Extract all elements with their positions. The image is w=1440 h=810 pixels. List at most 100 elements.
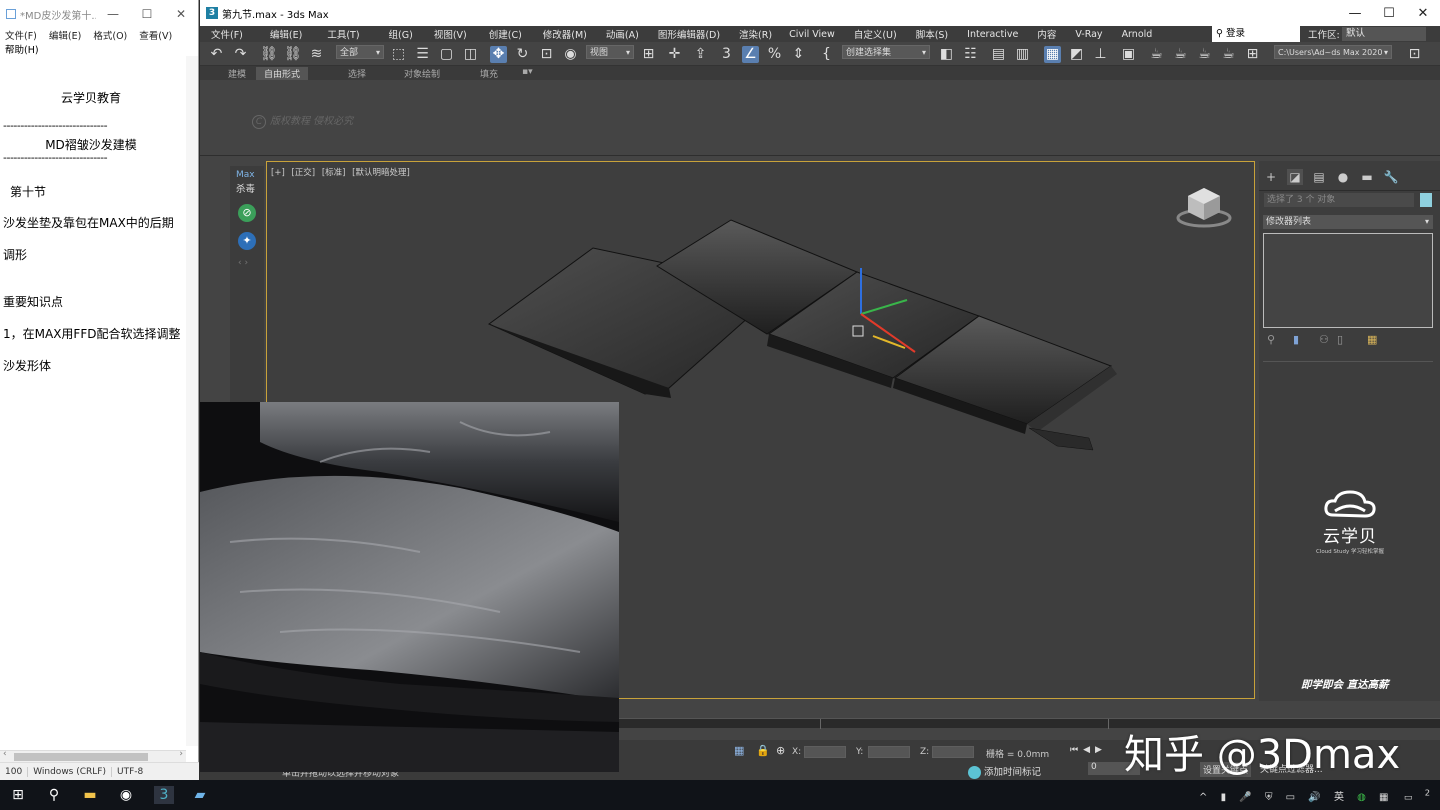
tab-selection[interactable]: 选择 <box>348 67 366 80</box>
menu-item[interactable]: 动画(A) <box>598 27 650 41</box>
render-activeshade-icon[interactable]: ☕ <box>1220 46 1237 63</box>
search-icon[interactable]: ⚲ <box>44 786 64 804</box>
hierarchy-tab-icon[interactable]: ▤ <box>1311 169 1327 185</box>
menu-item[interactable]: V-Ray <box>1067 29 1113 40</box>
menu-item[interactable]: 内容 <box>1029 27 1067 41</box>
configure-sets-icon[interactable]: ▦ <box>1367 333 1377 346</box>
menu-item[interactable]: Arnold <box>1114 29 1164 40</box>
wechat-icon[interactable]: ◍ <box>1357 792 1366 803</box>
object-color-swatch[interactable] <box>1420 193 1432 207</box>
modifier-list-dropdown[interactable]: 修改器列表 <box>1263 215 1433 229</box>
select-object-icon[interactable]: ⬚ <box>390 46 407 63</box>
menu-help[interactable]: 帮助(H) <box>0 42 198 56</box>
named-selection-dropdown[interactable]: 创建选择集 <box>842 45 930 60</box>
scan-icon[interactable]: ⊘ <box>238 204 256 222</box>
collapse-arrows-icon[interactable]: ‹ › <box>238 258 248 268</box>
scrollbar-thumb[interactable] <box>14 753 148 761</box>
add-time-tag[interactable]: 添加时间标记 <box>968 764 1041 779</box>
close-icon[interactable]: ✕ <box>164 7 198 21</box>
layer-explorer-icon[interactable]: ▥ <box>1014 46 1031 63</box>
project-folder-icon[interactable]: ⊡ <box>1406 46 1423 63</box>
show-end-result-icon[interactable]: ▮ <box>1293 333 1299 346</box>
viewport-menu[interactable]: [+] <box>271 168 285 178</box>
input-language[interactable]: 英 <box>1334 792 1344 803</box>
x-coordinate-field[interactable] <box>804 746 846 758</box>
horizontal-scrollbar[interactable]: ‹ › <box>0 749 186 762</box>
volume-icon[interactable]: 🔊 <box>1308 792 1320 803</box>
modifier-stack[interactable] <box>1263 233 1433 328</box>
curve-editor-icon[interactable]: ◩ <box>1068 46 1085 63</box>
tab-modeling[interactable]: 建模 <box>228 67 246 80</box>
viewport-label[interactable]: [+] [正交] [标准] [默认明暗处理] <box>271 166 414 178</box>
viewcube-icon[interactable] <box>1174 182 1234 232</box>
tray-square-icon[interactable]: ▦ <box>1379 792 1388 803</box>
menu-file[interactable]: 文件(F) <box>5 31 37 42</box>
menu-item[interactable]: 修改器(M) <box>533 27 598 41</box>
menu-item[interactable]: 工具(T) <box>313 27 370 41</box>
tab-freeform[interactable]: 自由形式 <box>256 67 309 80</box>
menu-item[interactable]: 脚本(S) <box>908 27 959 41</box>
display-tab-icon[interactable]: ▬ <box>1359 169 1375 185</box>
rotate-icon[interactable]: ↻ <box>514 46 531 63</box>
reference-coord-dropdown[interactable]: 视图 <box>586 45 634 60</box>
selection-lock-icon[interactable]: ▦ <box>734 744 744 757</box>
snap-toggle-icon[interactable]: 3 <box>718 46 735 63</box>
tab-object-paint[interactable]: 对象绘制 <box>404 67 440 80</box>
motion-tab-icon[interactable]: ● <box>1335 169 1351 185</box>
network-icon[interactable]: ▭ <box>1286 792 1295 803</box>
transform-gizmo[interactable] <box>852 268 916 353</box>
render-layout-icon[interactable]: ⊞ <box>1244 46 1261 63</box>
select-move-icon[interactable]: ✥ <box>490 46 507 63</box>
microphone-icon[interactable]: 🎤 <box>1239 792 1251 803</box>
modify-tab-icon[interactable]: ◪ <box>1287 169 1303 185</box>
scroll-left-icon[interactable]: ‹ <box>3 749 7 759</box>
bind-spacewarp-icon[interactable]: ≋ <box>308 46 325 63</box>
viewport-standard[interactable]: [标准] <box>322 168 346 178</box>
tray-app-icon[interactable]: ▮ <box>1221 792 1227 803</box>
select-manipulate-icon[interactable]: ✛ <box>666 46 683 63</box>
scene-explorer-icon[interactable]: ▤ <box>990 46 1007 63</box>
undo-icon[interactable]: ↶ <box>208 46 225 63</box>
viewport-point-of-view[interactable]: [正交] <box>291 168 315 178</box>
unlink-icon[interactable]: ⛓ <box>284 46 302 63</box>
menu-item[interactable]: Interactive <box>959 29 1029 40</box>
menu-item[interactable]: 创建(C) <box>478 27 533 41</box>
project-path-field[interactable]: C:\Users\Ad~ds Max 2020 <box>1274 45 1392 60</box>
material-editor-icon[interactable]: ▣ <box>1120 46 1137 63</box>
ribbon-toggle-icon[interactable]: ▦ <box>1044 46 1061 63</box>
menu-item[interactable]: 编辑(E) <box>254 27 313 41</box>
file-explorer-icon[interactable]: ▬ <box>80 786 100 804</box>
y-coordinate-field[interactable] <box>868 746 910 758</box>
render-icon[interactable]: ☕ <box>1196 46 1213 63</box>
tab-populate[interactable]: 填充 <box>480 67 498 80</box>
menu-item[interactable]: 自定义(U) <box>846 27 908 41</box>
3dsmax-taskbar-icon[interactable]: 3 <box>154 786 174 804</box>
minimize-icon[interactable]: — <box>96 7 130 21</box>
menu-edit[interactable]: 编辑(E) <box>49 31 81 42</box>
scroll-right-icon[interactable]: › <box>179 749 183 759</box>
notepad-taskbar-icon[interactable]: ▰ <box>190 786 210 804</box>
rect-selection-icon[interactable]: ▢ <box>438 46 455 63</box>
absolute-mode-icon[interactable]: ⊕ <box>776 744 785 757</box>
select-by-name-icon[interactable]: ☰ <box>414 46 431 63</box>
workspace-dropdown[interactable]: 默认 <box>1342 27 1426 41</box>
menu-item[interactable]: 视图(V) <box>424 27 478 41</box>
ribbon-options-icon[interactable]: ▪▾ <box>522 67 533 77</box>
placement-icon[interactable]: ◉ <box>562 46 579 63</box>
window-crossing-icon[interactable]: ◫ <box>462 46 479 63</box>
notification-icon[interactable]: ▭2 <box>1402 788 1430 803</box>
angle-snap-icon[interactable]: ∠ <box>742 46 759 63</box>
object-name-field[interactable]: 选择了 3 个 对象 <box>1264 193 1414 207</box>
menu-view[interactable]: 查看(V) <box>139 31 172 42</box>
minimize-icon[interactable]: — <box>1338 6 1372 21</box>
percent-snap-icon[interactable]: % <box>766 46 783 63</box>
make-unique-icon[interactable]: ⚇ <box>1319 333 1329 346</box>
create-tab-icon[interactable]: + <box>1263 169 1279 185</box>
menu-item[interactable]: 组(G) <box>371 27 424 41</box>
link-icon[interactable]: ⛓ <box>260 46 278 63</box>
schematic-view-icon[interactable]: ⊥ <box>1092 46 1109 63</box>
obs-recorder-icon[interactable]: ◉ <box>116 786 136 804</box>
mirror-icon[interactable]: ◧ <box>938 46 955 63</box>
align-icon[interactable]: ☷ <box>962 46 979 63</box>
vertical-scrollbar[interactable] <box>186 56 198 746</box>
